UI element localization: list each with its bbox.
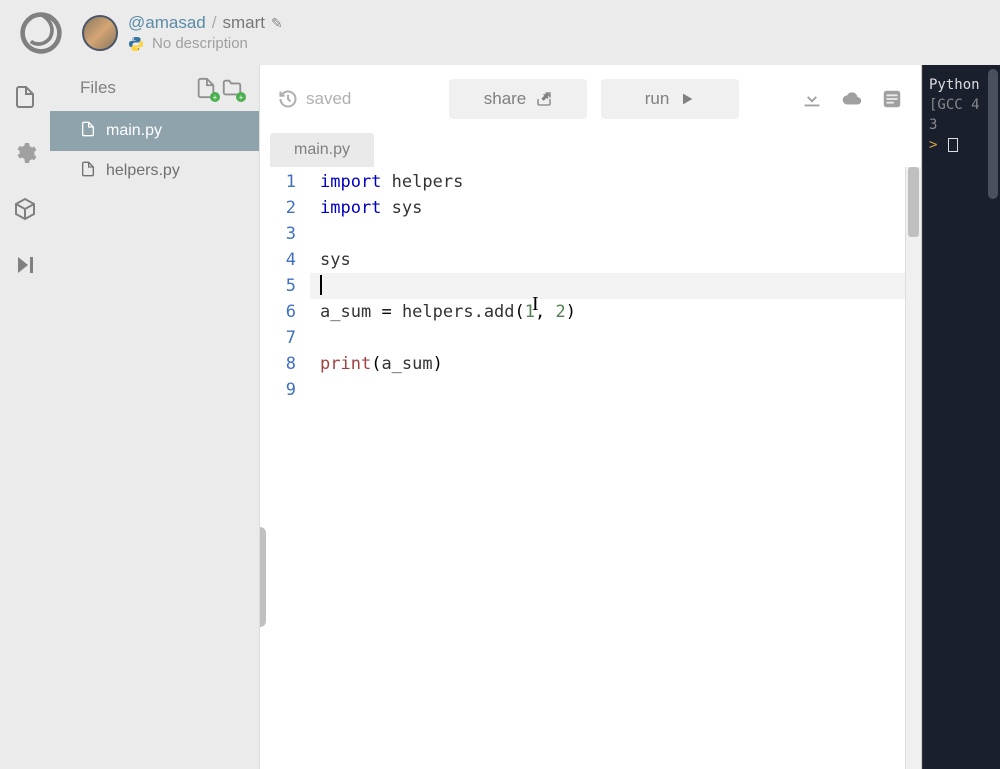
replit-logo[interactable] bbox=[18, 10, 64, 56]
packages-icon[interactable] bbox=[13, 197, 37, 221]
terminal-line: Python bbox=[929, 77, 980, 93]
history-icon bbox=[278, 89, 298, 109]
user-avatar[interactable] bbox=[82, 15, 118, 51]
share-icon bbox=[536, 91, 552, 107]
terminal-line: [GCC 4 bbox=[929, 95, 994, 115]
vertical-sidebar bbox=[0, 65, 50, 769]
code-content[interactable]: import helpersimport syssysa_sum = helpe… bbox=[310, 167, 921, 769]
add-file-button[interactable]: + bbox=[195, 77, 217, 99]
username[interactable]: @amasad bbox=[128, 13, 206, 33]
files-panel: Files + + main.py helpers.py bbox=[50, 65, 260, 769]
project-meta: @amasad/smart ✎ No description bbox=[128, 13, 283, 52]
project-path: @amasad/smart ✎ bbox=[128, 13, 283, 33]
file-item-helpers[interactable]: helpers.py bbox=[50, 151, 259, 191]
editor-scroll-handle[interactable] bbox=[260, 527, 266, 627]
debugger-icon[interactable] bbox=[13, 253, 37, 277]
saved-label: saved bbox=[306, 89, 351, 109]
terminal-cursor bbox=[948, 138, 958, 152]
line-gutter: 123456789 bbox=[260, 167, 310, 769]
editor-toolbar: saved share run bbox=[260, 65, 921, 133]
file-list: main.py helpers.py bbox=[50, 111, 259, 191]
add-folder-button[interactable]: + bbox=[221, 77, 243, 99]
editor-area: saved share run bbox=[260, 65, 922, 769]
tab-bar: main.py bbox=[260, 133, 921, 167]
files-label: Files bbox=[80, 78, 191, 98]
files-nav-icon[interactable] bbox=[13, 85, 37, 109]
saved-status: saved bbox=[278, 89, 351, 109]
plus-icon: + bbox=[210, 92, 220, 102]
terminal-line: 3 bbox=[929, 115, 994, 135]
play-icon bbox=[679, 91, 695, 107]
main-layout: Files + + main.py helpers.py bbox=[0, 65, 1000, 769]
code-editor[interactable]: 123456789 import helpersimport syssysa_s… bbox=[260, 167, 921, 769]
file-icon bbox=[80, 121, 96, 141]
files-header: Files + + bbox=[50, 65, 259, 111]
vertical-scrollbar[interactable] bbox=[905, 167, 921, 769]
share-button[interactable]: share bbox=[449, 79, 587, 119]
terminal-prompt: > bbox=[929, 137, 937, 153]
python-icon bbox=[128, 36, 144, 52]
download-icon[interactable] bbox=[801, 88, 823, 110]
pencil-icon[interactable]: ✎ bbox=[271, 15, 283, 32]
plus-icon: + bbox=[236, 92, 246, 102]
run-button[interactable]: run bbox=[601, 79, 739, 119]
description-text: No description bbox=[152, 35, 248, 52]
terminal-scrollbar[interactable] bbox=[988, 69, 998, 199]
project-description: No description bbox=[128, 35, 283, 52]
settings-icon[interactable] bbox=[13, 141, 37, 165]
format-icon[interactable] bbox=[881, 88, 903, 110]
file-name: main.py bbox=[106, 122, 162, 140]
terminal-panel[interactable]: Python [GCC 4 3 > bbox=[922, 65, 1000, 769]
file-icon bbox=[80, 161, 96, 181]
project-name: smart bbox=[222, 13, 265, 33]
cloud-upload-icon[interactable] bbox=[841, 88, 863, 110]
header: @amasad/smart ✎ No description bbox=[0, 0, 1000, 65]
file-item-main[interactable]: main.py bbox=[50, 111, 259, 151]
tab-main[interactable]: main.py bbox=[270, 133, 374, 167]
file-name: helpers.py bbox=[106, 162, 180, 180]
scrollbar-thumb[interactable] bbox=[908, 167, 919, 237]
